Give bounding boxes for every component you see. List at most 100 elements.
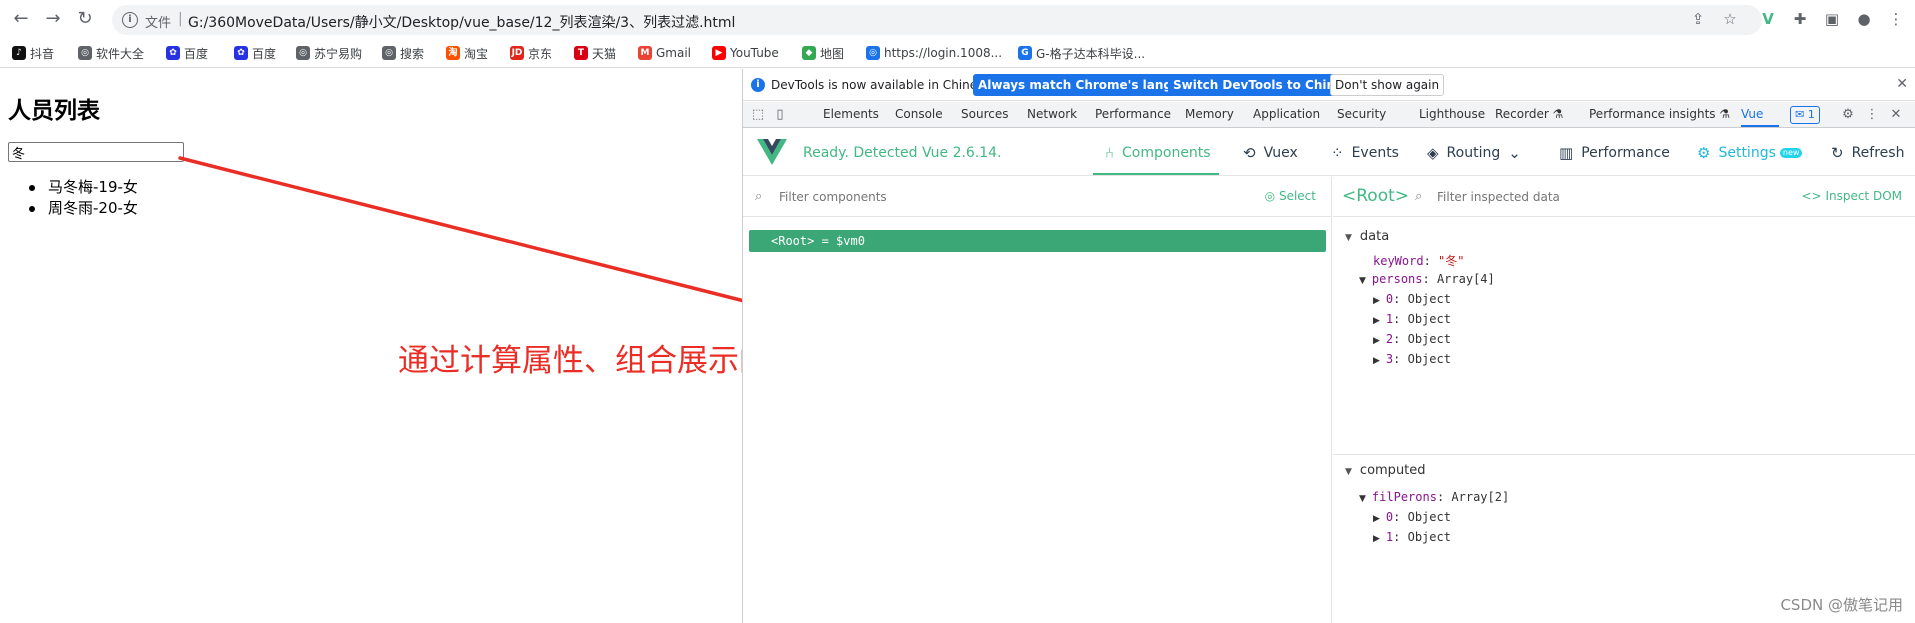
- persons-item-row[interactable]: ▶ 3: Object: [1373, 352, 1451, 366]
- item-type: Object: [1407, 352, 1451, 366]
- routing-tab[interactable]: ◈ Routing ⌄: [1427, 142, 1521, 164]
- item-type: Object: [1407, 292, 1451, 306]
- inspected-component-name: <Root>: [1342, 186, 1410, 206]
- site-info-icon[interactable]: i: [122, 12, 138, 28]
- bookmark-label: Gmail: [656, 46, 692, 60]
- bookmark-item[interactable]: T 天猫: [574, 44, 616, 62]
- persons-item-row[interactable]: ▶ 1: Object: [1373, 312, 1451, 326]
- person-list-item: 周冬雨-20-女: [29, 198, 138, 219]
- device-toolbar-icon[interactable]: ▯: [771, 106, 789, 124]
- bookmark-item[interactable]: ♪ 抖音: [12, 44, 54, 62]
- bookmark-item[interactable]: JD 京东: [510, 44, 552, 62]
- events-dots-icon: ⁘: [1331, 144, 1344, 162]
- computed-section-header[interactable]: ▼ computed: [1345, 463, 1426, 478]
- events-tab[interactable]: ⁘ Events: [1331, 142, 1399, 164]
- bookmark-label: G-格子达本科毕设...: [1036, 46, 1146, 61]
- filperons-row[interactable]: ▼ filPerons: Array[2]: [1359, 490, 1509, 504]
- inspect-dom-button[interactable]: <> Inspect DOM: [1802, 189, 1903, 203]
- caret-right-icon: ▶: [1373, 356, 1380, 366]
- file-scheme-label: 文件: [145, 16, 172, 31]
- inspect-element-icon[interactable]: ⬚: [749, 106, 767, 124]
- components-tab[interactable]: ⑃ Components: [1105, 142, 1211, 164]
- devtools-tab[interactable]: Vue: [1741, 107, 1763, 121]
- dont-show-again-button[interactable]: Don't show again: [1330, 74, 1445, 96]
- components-tree-icon: ⑃: [1105, 144, 1115, 162]
- bookmark-item[interactable]: ◎ 搜索: [382, 44, 424, 62]
- filperons-item-row[interactable]: ▶ 1: Object: [1373, 530, 1451, 544]
- profile-avatar-icon[interactable]: ●: [1854, 9, 1874, 29]
- refresh-button[interactable]: ↻ Refresh: [1831, 142, 1904, 164]
- bookmark-item[interactable]: ◆ 地图: [802, 44, 844, 62]
- filter-inspected-input[interactable]: [1437, 188, 1687, 206]
- component-tree-root-node[interactable]: <Root> = $vm0: [749, 230, 1326, 252]
- settings-gear-icon[interactable]: ⚙: [1839, 106, 1857, 124]
- devtools-tab[interactable]: Performance insights ⚗: [1589, 107, 1730, 121]
- extensions-puzzle-icon[interactable]: ✚: [1790, 9, 1810, 29]
- keyword-row[interactable]: keyWord: "冬": [1373, 252, 1464, 269]
- settings-tab-label: Settings: [1718, 145, 1776, 161]
- devtools-tab[interactable]: Recorder ⚗: [1495, 107, 1563, 121]
- persons-item-row[interactable]: ▶ 2: Object: [1373, 332, 1451, 346]
- bookmark-label: 搜索: [400, 46, 425, 61]
- bookmark-item[interactable]: M Gmail: [638, 44, 691, 62]
- devtools-tab[interactable]: Elements: [823, 107, 879, 121]
- devtools-tab[interactable]: Lighthouse: [1419, 107, 1485, 121]
- devtools-tab[interactable]: Sources: [961, 107, 1008, 121]
- devtools-tab[interactable]: Application: [1253, 107, 1320, 121]
- devtools-panel: i DevTools is now available in Chinese! …: [742, 69, 1915, 623]
- bookmark-label: 淘宝: [464, 46, 489, 61]
- filperons-item-row[interactable]: ▶ 0: Object: [1373, 510, 1451, 524]
- devtools-tab[interactable]: Memory: [1185, 107, 1234, 121]
- bookmark-item[interactable]: ◎ https://login.1008...: [866, 44, 1002, 62]
- vuex-tab[interactable]: ⟲ Vuex: [1243, 142, 1298, 164]
- filter-components-input[interactable]: [779, 188, 1159, 206]
- devtools-tab[interactable]: Network: [1027, 107, 1077, 121]
- vue-extension-icon[interactable]: V: [1758, 9, 1778, 29]
- bookmark-favicon-icon: JD: [510, 46, 524, 60]
- persons-row[interactable]: ▼ persons: Array[4]: [1359, 272, 1495, 286]
- devtools-menu-icon[interactable]: ⋮: [1863, 106, 1881, 124]
- bookmark-item[interactable]: 淘淘宝: [446, 44, 488, 62]
- keyword-value: "冬": [1438, 254, 1465, 268]
- components-pane: ⌕ ◎ Select <Root> = $vm0: [743, 177, 1332, 623]
- bookmark-item[interactable]: ✿ 百度: [166, 44, 208, 62]
- keyword-key: keyWord: [1373, 254, 1424, 268]
- bookmark-label: 天猫: [592, 46, 617, 61]
- back-icon[interactable]: ←: [10, 8, 32, 30]
- devtools-tab[interactable]: Security: [1337, 107, 1386, 121]
- filperons-type: Array[2]: [1451, 490, 1510, 504]
- url-text[interactable]: G:/360MoveData/Users/静小文/Desktop/vue_bas…: [188, 12, 735, 32]
- item-type: Object: [1407, 332, 1451, 346]
- forward-icon[interactable]: →: [42, 8, 64, 30]
- inspector-header: <Root> ⌕ <> Inspect DOM: [1333, 177, 1915, 217]
- inspect-dom-label: Inspect DOM: [1825, 189, 1902, 203]
- close-icon[interactable]: ✕: [1896, 76, 1908, 92]
- bookmark-star-icon[interactable]: ☆: [1720, 9, 1740, 29]
- bookmark-item[interactable]: ✿ 百度: [234, 44, 276, 62]
- persons-item-row[interactable]: ▶ 0: Object: [1373, 292, 1451, 306]
- keyword-input[interactable]: [8, 142, 184, 162]
- performance-tab[interactable]: ▥ Performance: [1559, 142, 1670, 164]
- close-devtools-icon[interactable]: ✕: [1887, 106, 1905, 124]
- performance-tab-label: Performance: [1581, 145, 1670, 161]
- address-bar[interactable]: i 文件 | G:/360MoveData/Users/静小文/Desktop/…: [112, 5, 1762, 35]
- devtools-tab[interactable]: Performance: [1095, 107, 1171, 121]
- url-separator: |: [178, 11, 183, 27]
- data-section-header[interactable]: ▼ data: [1345, 229, 1389, 244]
- share-icon[interactable]: ⇪: [1688, 9, 1708, 29]
- settings-tab[interactable]: ⚙ Settings new: [1697, 142, 1803, 164]
- bookmark-favicon-icon: ◎: [296, 46, 310, 60]
- bookmark-item[interactable]: ◎ 软件大全: [78, 44, 144, 62]
- messages-badge[interactable]: ✉ 1: [1790, 106, 1820, 124]
- bookmark-item[interactable]: ◎ 苏宁易购: [296, 44, 362, 62]
- menu-kebab-icon[interactable]: ⋮: [1886, 9, 1906, 29]
- bookmark-item[interactable]: ▶ YouTube: [712, 44, 779, 62]
- devtools-tab[interactable]: Console: [895, 107, 943, 121]
- side-panel-icon[interactable]: ▣: [1822, 9, 1842, 29]
- reload-icon[interactable]: ↻: [74, 8, 96, 30]
- select-component-button[interactable]: ◎ Select: [1265, 189, 1316, 203]
- computed-section-label: computed: [1359, 463, 1426, 478]
- bookmark-item[interactable]: G G-格子达本科毕设...: [1018, 44, 1145, 62]
- caret-down-icon: ▼: [1345, 233, 1352, 243]
- person-list-item: 马冬梅-19-女: [29, 177, 138, 198]
